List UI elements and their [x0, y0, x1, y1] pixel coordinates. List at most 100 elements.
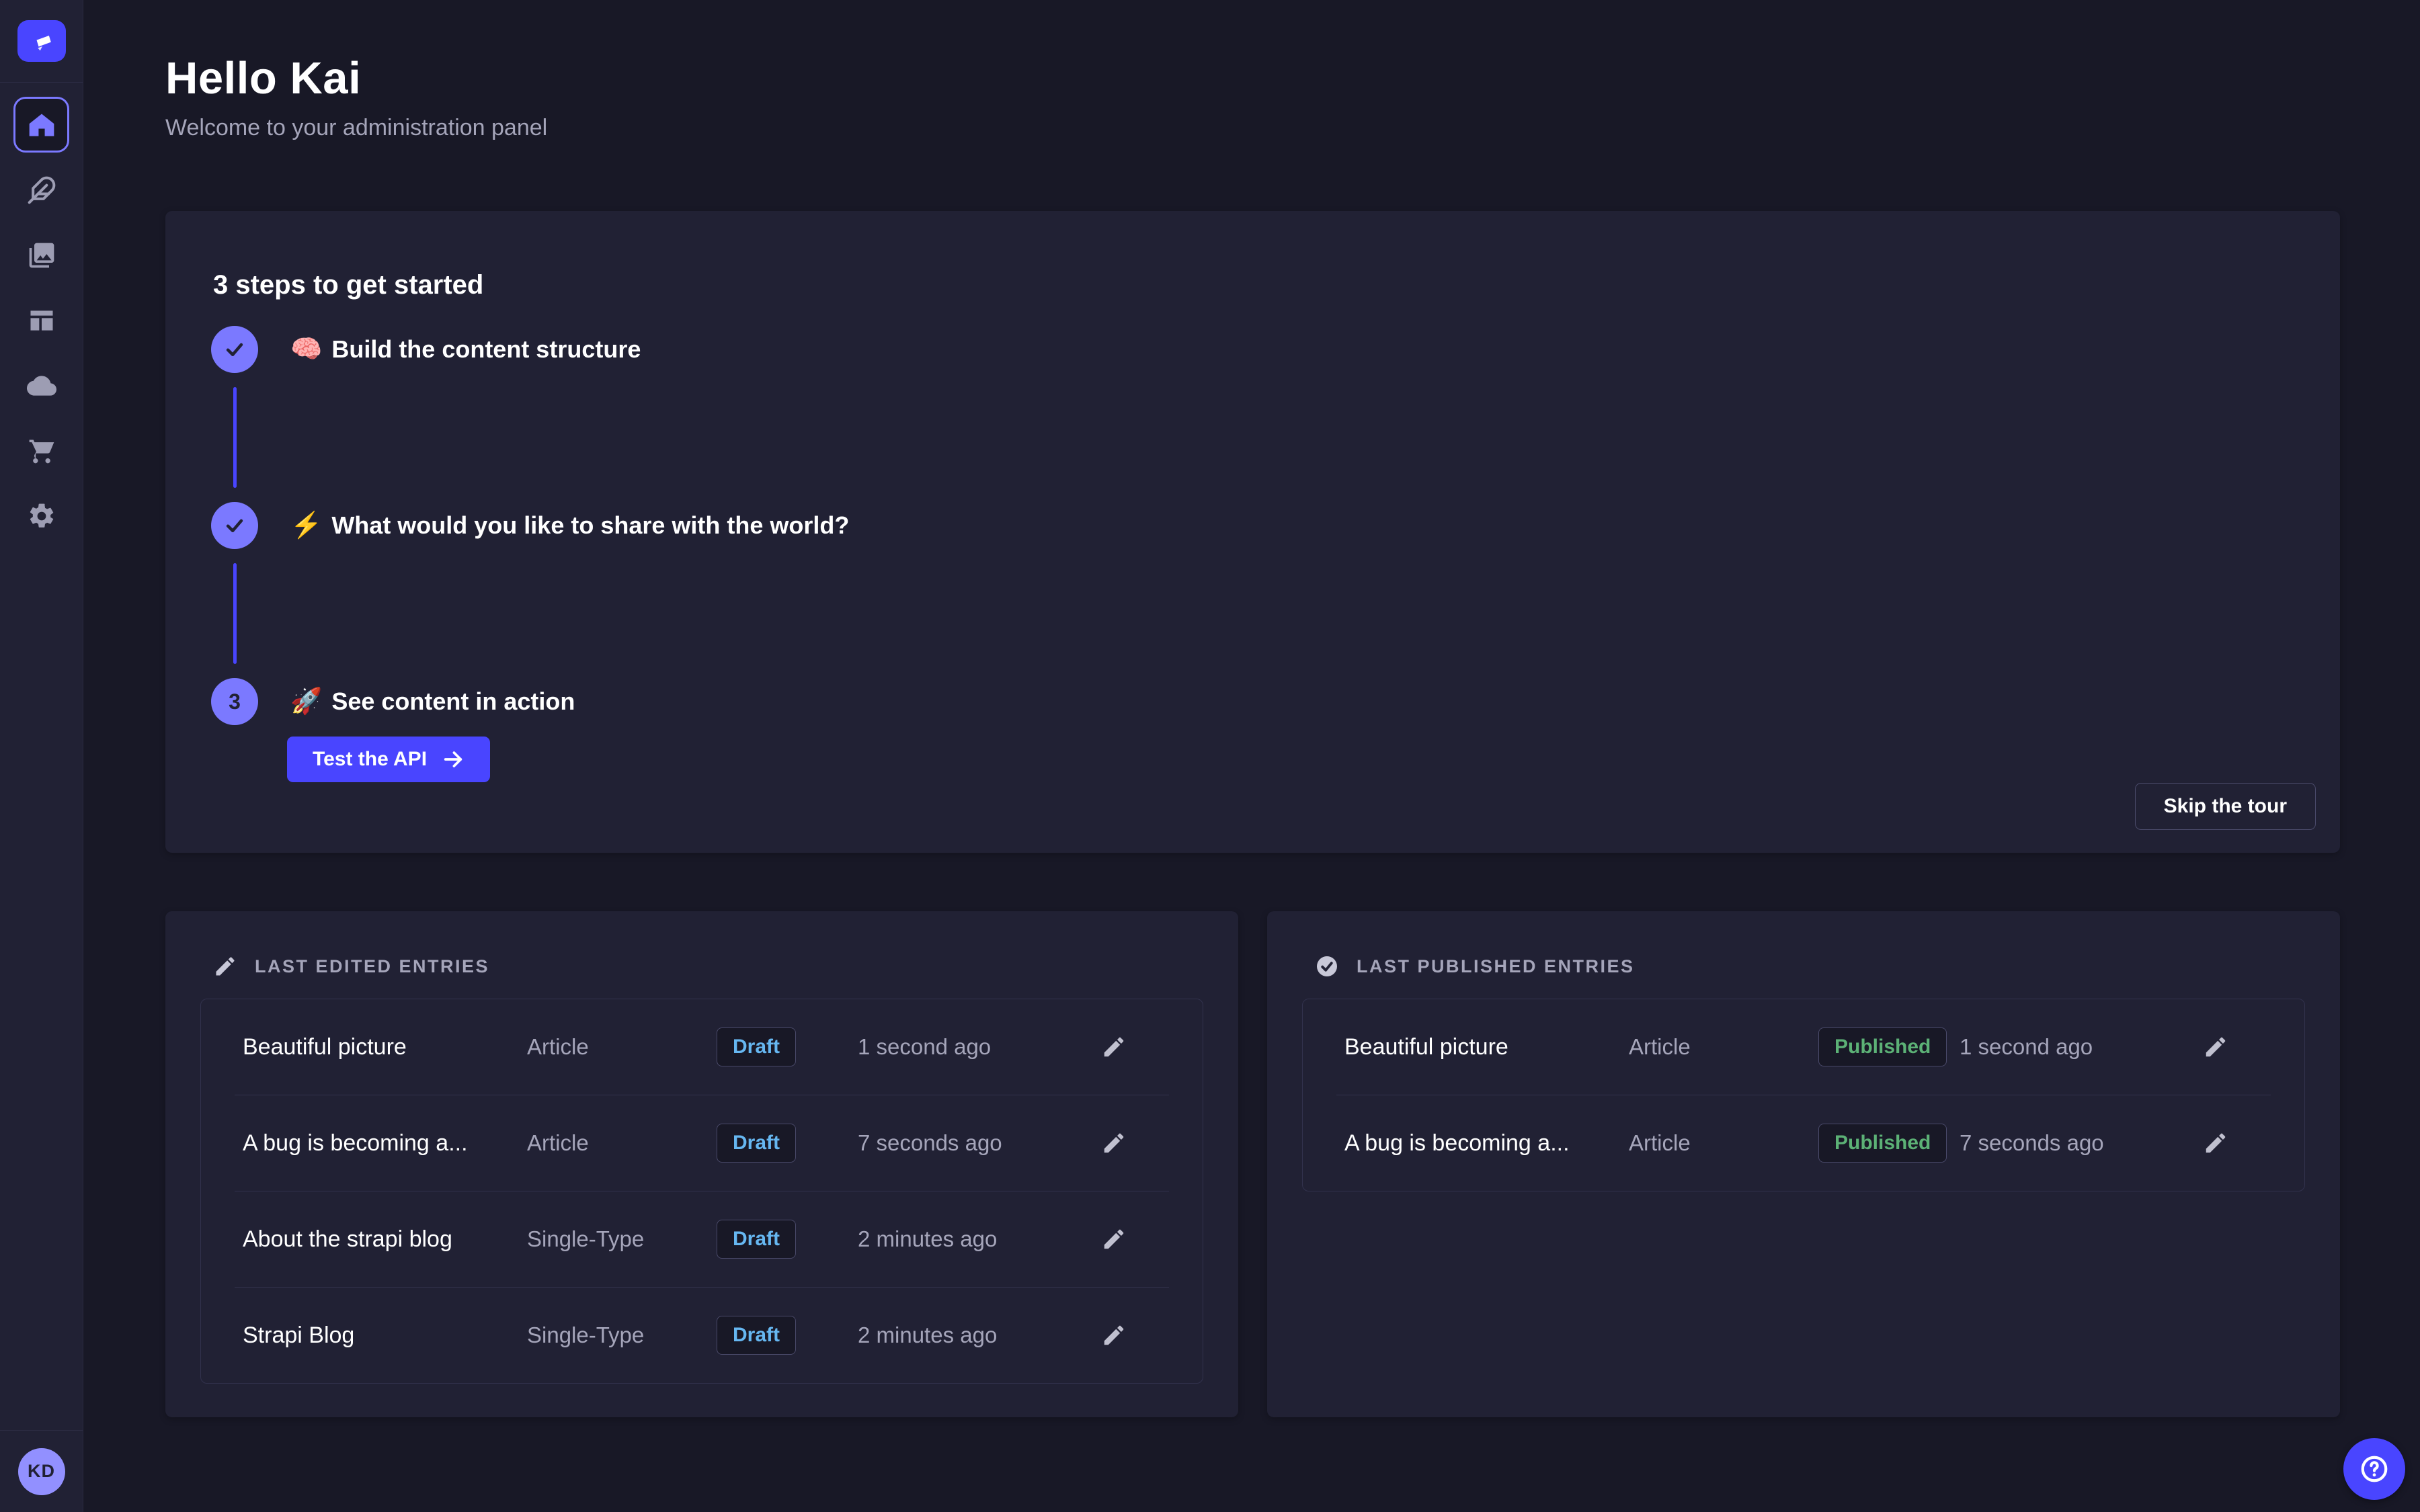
- entry-type: Single-Type: [527, 1226, 717, 1252]
- step-3-label: 🚀 See content in action: [290, 678, 575, 725]
- cart-icon: [27, 436, 56, 466]
- table-row[interactable]: Strapi Blog Single-Type Draft 2 minutes …: [201, 1288, 1203, 1383]
- status-badge: Draft: [717, 1316, 796, 1355]
- edit-entry-button[interactable]: [1099, 1320, 1129, 1350]
- sidebar-nav: [13, 83, 69, 544]
- user-box: KD: [0, 1430, 83, 1512]
- pencil-icon: [2203, 1034, 2228, 1060]
- images-icon: [27, 241, 56, 270]
- entry-time: 7 seconds ago: [858, 1130, 1086, 1156]
- last-edited-panel: LAST EDITED ENTRIES Beautiful picture Ar…: [165, 911, 1238, 1417]
- entry-title: Beautiful picture: [1344, 1034, 1629, 1060]
- strapi-logo-glyph: [28, 28, 55, 54]
- step-3-number: 3: [211, 678, 258, 725]
- entry-title: About the strapi blog: [243, 1226, 527, 1253]
- entry-type: Article: [1629, 1034, 1818, 1060]
- step-1-text: Build the content structure: [331, 335, 641, 364]
- pencil-icon: [1101, 1034, 1127, 1060]
- help-button[interactable]: [2343, 1438, 2405, 1500]
- entry-panels: LAST EDITED ENTRIES Beautiful picture Ar…: [165, 911, 2340, 1417]
- sidebar-item-deploy[interactable]: [13, 358, 69, 413]
- entry-time: 2 minutes ago: [858, 1322, 1086, 1348]
- edit-entry-button[interactable]: [1099, 1128, 1129, 1158]
- last-published-title: LAST PUBLISHED ENTRIES: [1357, 956, 1635, 977]
- question-circle-icon: [2359, 1454, 2390, 1484]
- arrow-right-icon: [442, 748, 465, 771]
- entry-type: Single-Type: [527, 1322, 717, 1348]
- status-badge: Draft: [717, 1124, 796, 1163]
- entry-type: Article: [1629, 1130, 1818, 1156]
- sidebar-item-marketplace[interactable]: [13, 423, 69, 478]
- page-title: Hello Kai: [165, 52, 2340, 104]
- step-2-text: What would you like to share with the wo…: [331, 511, 849, 540]
- sidebar-item-content-manager[interactable]: [13, 162, 69, 218]
- entry-time: 7 seconds ago: [1960, 1130, 2188, 1156]
- table-row[interactable]: Beautiful picture Article Draft 1 second…: [201, 999, 1203, 1095]
- last-edited-header: LAST EDITED ENTRIES: [165, 911, 1238, 978]
- test-api-label: Test the API: [313, 748, 427, 771]
- pencil-icon: [1101, 1226, 1127, 1252]
- page-subtitle: Welcome to your administration panel: [165, 115, 2340, 141]
- entry-title: A bug is becoming a...: [243, 1130, 527, 1157]
- edit-entry-button[interactable]: [2201, 1128, 2230, 1158]
- entry-time: 1 second ago: [858, 1034, 1086, 1060]
- step-1-label: 🧠 Build the content structure: [290, 326, 641, 373]
- edit-entry-button[interactable]: [2201, 1032, 2230, 1062]
- last-edited-title: LAST EDITED ENTRIES: [255, 956, 489, 977]
- entry-time: 1 second ago: [1960, 1034, 2188, 1060]
- step-connector: [233, 387, 237, 488]
- cloud-icon: [27, 371, 56, 401]
- logo-box: [0, 0, 83, 83]
- last-published-panel: LAST PUBLISHED ENTRIES Beautiful picture…: [1267, 911, 2340, 1417]
- table-row[interactable]: A bug is becoming a... Article Draft 7 s…: [201, 1095, 1203, 1191]
- home-icon: [27, 110, 56, 140]
- status-badge: Draft: [717, 1220, 796, 1259]
- main-content: Hello Kai Welcome to your administration…: [83, 0, 2420, 1512]
- avatar[interactable]: KD: [18, 1448, 65, 1495]
- sidebar-item-settings[interactable]: [13, 488, 69, 544]
- entry-title: Strapi Blog: [243, 1322, 527, 1349]
- step-2-label: ⚡ What would you like to share with the …: [290, 502, 849, 549]
- status-badge: Draft: [717, 1027, 796, 1066]
- skip-tour-button[interactable]: Skip the tour: [2135, 783, 2316, 830]
- gear-icon: [27, 501, 56, 531]
- step-connector: [233, 563, 237, 664]
- strapi-logo-icon[interactable]: [17, 20, 66, 62]
- sidebar-item-media-library[interactable]: [13, 227, 69, 283]
- feather-icon: [27, 175, 56, 205]
- step-2-check-icon: [211, 502, 258, 549]
- status-badge: Published: [1818, 1124, 1947, 1163]
- pencil-icon: [213, 954, 237, 978]
- lightning-emoji-icon: ⚡: [290, 511, 322, 540]
- brain-emoji-icon: 🧠: [290, 335, 322, 364]
- table-row[interactable]: A bug is becoming a... Article Published…: [1303, 1095, 2304, 1191]
- sidebar-item-home[interactable]: [13, 97, 69, 153]
- onboarding-card: 3 steps to get started 🧠 Build the conte…: [165, 211, 2340, 853]
- sidebar: KD: [0, 0, 83, 1512]
- check-circle-icon: [1315, 954, 1339, 978]
- last-edited-table: Beautiful picture Article Draft 1 second…: [200, 999, 1203, 1384]
- onboarding-title: 3 steps to get started: [213, 270, 483, 300]
- table-row[interactable]: Beautiful picture Article Published 1 se…: [1303, 999, 2304, 1095]
- page-header: Hello Kai Welcome to your administration…: [83, 0, 2420, 141]
- entry-title: A bug is becoming a...: [1344, 1130, 1629, 1157]
- rocket-emoji-icon: 🚀: [290, 687, 322, 716]
- status-badge: Published: [1818, 1027, 1947, 1066]
- entry-title: Beautiful picture: [243, 1034, 527, 1060]
- pencil-icon: [2203, 1130, 2228, 1156]
- edit-entry-button[interactable]: [1099, 1032, 1129, 1062]
- step-3-text: See content in action: [331, 687, 575, 716]
- test-api-button[interactable]: Test the API: [287, 737, 490, 782]
- layout-icon: [27, 306, 56, 335]
- edit-entry-button[interactable]: [1099, 1224, 1129, 1254]
- pencil-icon: [1101, 1130, 1127, 1156]
- sidebar-item-content-type-builder[interactable]: [13, 292, 69, 348]
- last-published-table: Beautiful picture Article Published 1 se…: [1302, 999, 2305, 1191]
- pencil-icon: [1101, 1322, 1127, 1348]
- last-published-header: LAST PUBLISHED ENTRIES: [1267, 911, 2340, 978]
- table-row[interactable]: About the strapi blog Single-Type Draft …: [201, 1191, 1203, 1287]
- step-1-check-icon: [211, 326, 258, 373]
- entry-type: Article: [527, 1130, 717, 1156]
- entry-time: 2 minutes ago: [858, 1226, 1086, 1252]
- entry-type: Article: [527, 1034, 717, 1060]
